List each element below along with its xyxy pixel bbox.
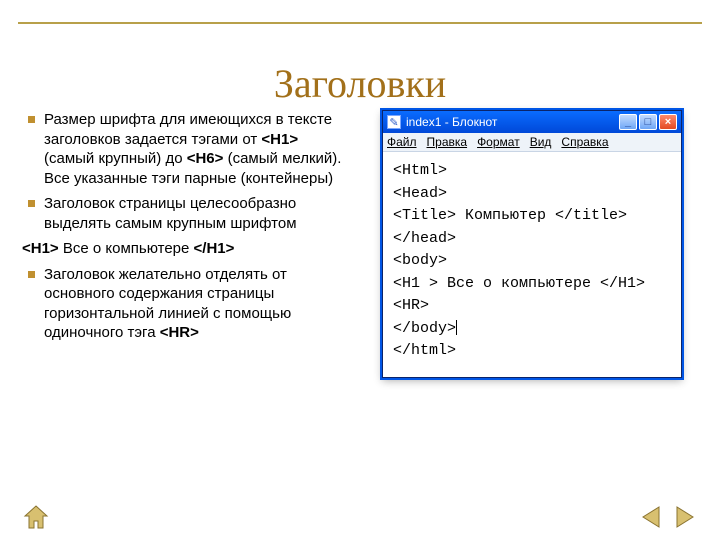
next-button[interactable] [668,502,700,532]
example-close-tag: </H1> [194,240,235,257]
notepad-body[interactable]: <Html> <Head> <Title> Компьютер </title>… [383,152,681,377]
code-line-5: <body> [393,250,671,273]
code-line-6: <H1 > Все о компьютере </H1> [393,273,671,296]
menu-view[interactable]: Вид [530,135,552,149]
minimize-button[interactable]: _ [619,114,637,130]
notepad-title: index1 - Блокнот [406,115,619,129]
screenshot-column: ✎ index1 - Блокнот _ □ × Файл Правка Фор… [366,110,698,480]
bullet-3-tag: <HR> [160,324,199,341]
menu-format[interactable]: Формат [477,135,520,149]
bullet-3: Заголовок желательно отделять от основно… [22,265,352,343]
arrow-left-icon [639,504,665,530]
bullet-1: Размер шрифта для имеющихся в тексте заг… [22,110,352,188]
code-line-7: <HR> [393,295,671,318]
menu-edit[interactable]: Правка [427,135,468,149]
home-button[interactable] [20,502,52,532]
window-buttons: _ □ × [619,114,677,130]
code-line-3: <Title> Компьютер </title> [393,205,671,228]
menu-file[interactable]: Файл [387,135,417,149]
example-text: Все о компьютере [59,240,194,257]
code-line-9: </html> [393,340,671,363]
nav-bar [20,502,700,532]
house-icon [22,504,50,530]
text-column: Размер шрифта для имеющихся в тексте заг… [22,110,352,480]
code-line-4: </head> [393,228,671,251]
arrow-right-icon [671,504,697,530]
notepad-titlebar: ✎ index1 - Блокнот _ □ × [383,111,681,133]
example-open-tag: <H1> [22,240,59,257]
slide-title: Заголовки [0,60,720,107]
bullet-1-tag1: <H1> [261,131,298,148]
code-line-2: <Head> [393,183,671,206]
notepad-app-icon: ✎ [387,115,401,129]
notepad-menu: Файл Правка Формат Вид Справка [383,133,681,152]
bullet-2: Заголовок страницы целесообразно выделят… [22,194,352,233]
notepad-window: ✎ index1 - Блокнот _ □ × Файл Правка Фор… [382,110,682,378]
prev-button[interactable] [636,502,668,532]
content-area: Размер шрифта для имеющихся в тексте заг… [22,110,698,480]
menu-help[interactable]: Справка [561,135,608,149]
example-line: <H1> Все о компьютере </H1> [22,239,352,259]
code-line-8: </body> [393,318,671,341]
text-cursor [456,320,457,335]
maximize-button[interactable]: □ [639,114,657,130]
close-button[interactable]: × [659,114,677,130]
bullet-1-mid: (самый крупный) до [44,150,187,167]
code-line-1: <Html> [393,160,671,183]
top-rule [18,22,702,24]
bullet-1-tag2: <H6> [187,150,224,167]
